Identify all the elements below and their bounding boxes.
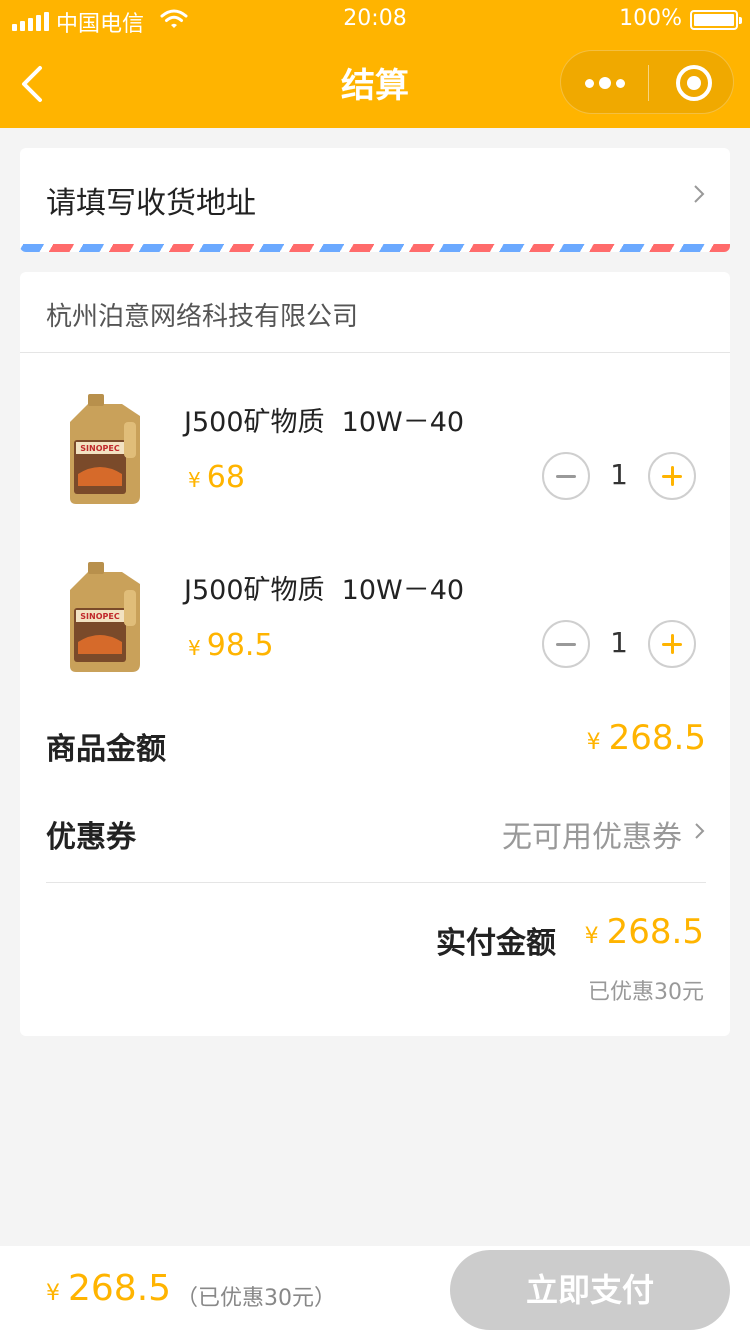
close-miniprogram-icon[interactable] — [676, 65, 712, 101]
checkout-bar: ¥268.5 （已优惠30元） 立即支付 — [0, 1246, 750, 1334]
chevron-right-icon — [694, 185, 705, 203]
paid-amount-value: ¥268.5 — [584, 912, 704, 952]
quantity-value: 1 — [610, 458, 628, 491]
coupon-row[interactable]: 优惠券 无可用优惠券 — [46, 806, 706, 856]
battery-icon — [690, 10, 742, 30]
paid-amount-label: 实付金额 — [436, 926, 556, 961]
miniprogram-capsule — [560, 50, 734, 114]
quantity-stepper: 1 — [542, 620, 696, 670]
address-placeholder: 请填写收货地址 — [46, 186, 256, 221]
list-item: SINOPEC J500矿物质 10W－40 ¥68 1 — [20, 382, 730, 522]
list-item: SINOPEC J500矿物质 10W－40 ¥98.5 1 — [20, 550, 730, 690]
product-image: SINOPEC — [70, 394, 140, 504]
discount-note: （已优惠30元） — [176, 1286, 336, 1311]
total-price: ¥268.5 — [46, 1268, 172, 1309]
chevron-right-icon — [695, 823, 705, 839]
shop-name: 杭州泊意网络科技有限公司 — [46, 302, 359, 332]
address-card[interactable]: 请填写收货地址 — [20, 148, 730, 252]
coupon-value[interactable]: 无可用优惠券 — [502, 812, 682, 856]
decrease-button[interactable] — [542, 620, 590, 668]
divider — [20, 352, 730, 353]
goods-amount-row: 商品金额 ¥268.5 — [46, 718, 706, 767]
pay-now-button[interactable]: 立即支付 — [450, 1250, 730, 1330]
status-bar: 中国电信 20:08 100% — [0, 0, 750, 40]
product-price: ¥98.5 — [188, 628, 274, 663]
more-icon[interactable] — [561, 51, 648, 115]
quantity-value: 1 — [610, 626, 628, 659]
coupon-label: 优惠券 — [46, 820, 136, 855]
increase-button[interactable] — [648, 452, 696, 500]
svg-text:SINOPEC: SINOPEC — [80, 612, 120, 621]
airmail-stripe — [20, 244, 730, 252]
product-price: ¥68 — [188, 460, 245, 495]
product-image: SINOPEC — [70, 562, 140, 672]
discount-note: 已优惠30元 — [588, 980, 704, 1005]
order-card: 杭州泊意网络科技有限公司 SINOPEC J500矿物质 10W－40 ¥68 … — [20, 272, 730, 1036]
goods-amount-value: ¥268.5 — [586, 718, 706, 758]
top-bar: 中国电信 20:08 100% 结算 — [0, 0, 750, 128]
decrease-button[interactable] — [542, 452, 590, 500]
capsule-divider — [648, 65, 649, 101]
increase-button[interactable] — [648, 620, 696, 668]
battery-percent: 100% — [619, 6, 682, 31]
product-name: J500矿物质 10W－40 — [184, 407, 465, 438]
product-name: J500矿物质 10W－40 — [184, 575, 465, 606]
goods-amount-label: 商品金额 — [46, 732, 166, 767]
quantity-stepper: 1 — [542, 452, 696, 502]
divider — [46, 882, 706, 883]
svg-text:SINOPEC: SINOPEC — [80, 444, 120, 453]
